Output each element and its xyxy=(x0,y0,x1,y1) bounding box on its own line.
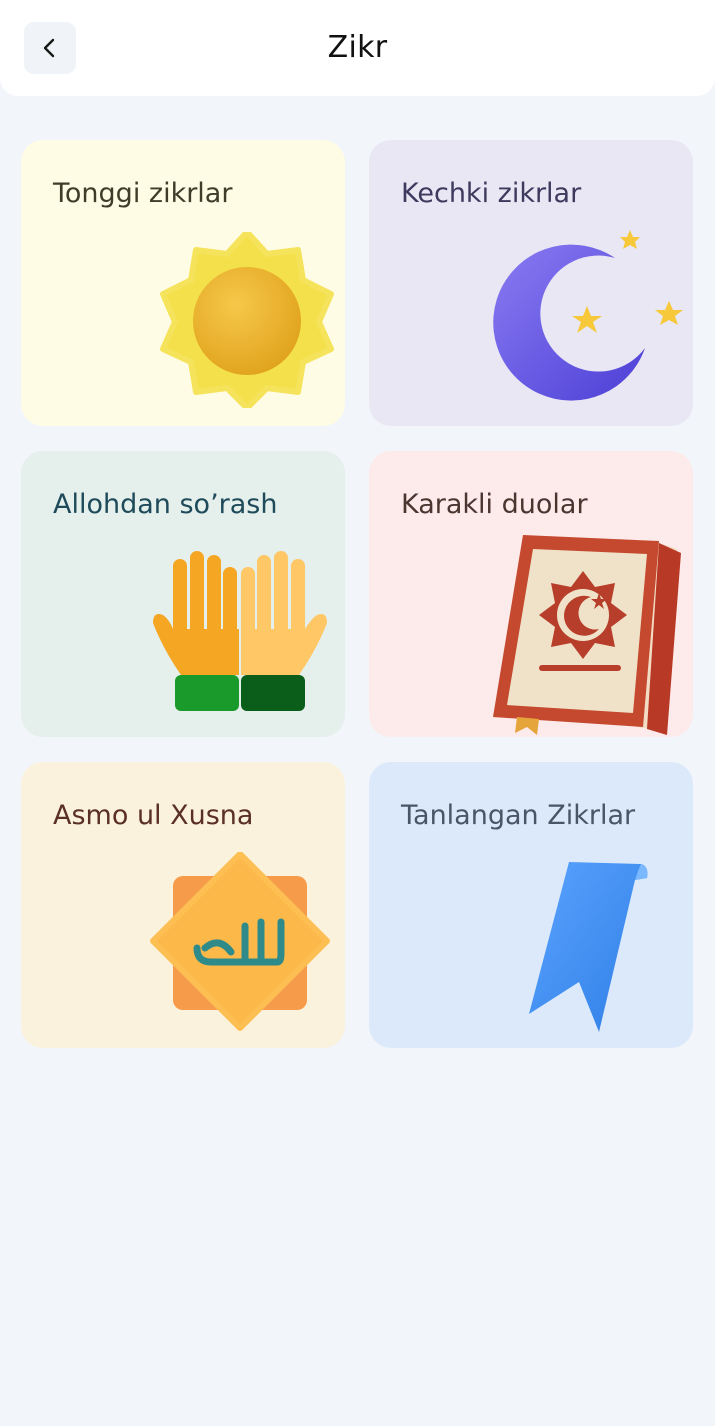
card-allohdan-sorash[interactable]: Allohdan so’rash xyxy=(21,451,345,737)
card-title: Asmo ul Xusna xyxy=(53,800,254,831)
bookmark-icon xyxy=(529,862,648,1032)
card-title: Allohdan so’rash xyxy=(53,489,278,520)
top-bar: Zikr xyxy=(0,0,715,96)
allah-badge-icon xyxy=(150,852,330,1031)
page-title: Zikr xyxy=(327,30,388,65)
card-tanlangan-zikrlar[interactable]: Tanlangan Zikrlar xyxy=(369,762,693,1048)
sun-icon xyxy=(160,232,334,408)
card-karakli-duolar[interactable]: Karakli duolar xyxy=(369,451,693,737)
crescent-moon-icon xyxy=(493,230,683,401)
card-title: Kechki zikrlar xyxy=(401,178,582,209)
card-tonggi-zikrlar[interactable]: Tonggi zikrlar xyxy=(21,140,345,426)
quran-book-icon xyxy=(493,535,681,735)
card-kechki-zikrlar[interactable]: Kechki zikrlar xyxy=(369,140,693,426)
card-title: Tanlangan Zikrlar xyxy=(401,800,636,831)
card-title: Karakli duolar xyxy=(401,489,588,520)
card-title: Tonggi zikrlar xyxy=(53,178,233,209)
praying-hands-icon xyxy=(153,551,327,711)
card-asmo-ul-xusna[interactable]: Asmo ul Xusna xyxy=(21,762,345,1048)
